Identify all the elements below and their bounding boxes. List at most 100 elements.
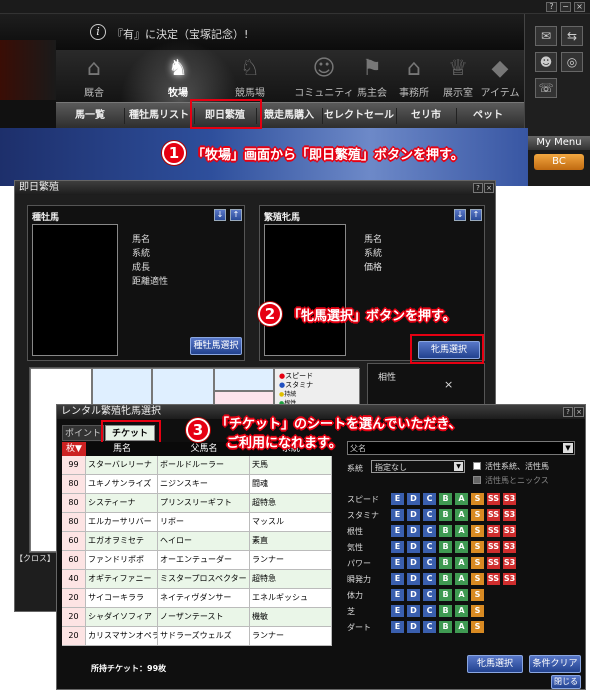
- grade-button[interactable]: C: [423, 509, 436, 521]
- sire-name-field[interactable]: 父名 ▼: [347, 441, 575, 455]
- info-icon[interactable]: i: [90, 24, 106, 40]
- table-row[interactable]: 20 サイコーキララ ネイティヴダンサー エネルギッシュ: [62, 589, 332, 608]
- table-row[interactable]: 40 オギティファニー ミスタープロスペクター 超特急: [62, 570, 332, 589]
- swap-icon[interactable]: ⇆: [561, 26, 583, 46]
- tab-points[interactable]: ポイント: [62, 425, 104, 441]
- minimize-button[interactable]: −: [560, 2, 571, 12]
- stallion-select-button[interactable]: 種牡馬選択: [190, 337, 242, 355]
- grade-button[interactable]: E: [391, 621, 404, 633]
- active-lineage-checkbox[interactable]: [473, 462, 481, 470]
- table-row[interactable]: 99 スターバレリーナ ボールドルーラー 天馬: [62, 456, 332, 475]
- table-row[interactable]: 60 エガオヲミセテ ヘイロー 素直: [62, 532, 332, 551]
- nav-item[interactable]: ◆ アイテム: [478, 52, 522, 100]
- grade-button[interactable]: C: [423, 541, 436, 553]
- grade-button[interactable]: S: [471, 541, 484, 553]
- table-row[interactable]: 80 エルカーサリバー リボー マッスル: [62, 513, 332, 532]
- grade-button[interactable]: S: [471, 509, 484, 521]
- col-name[interactable]: 馬名: [86, 442, 158, 456]
- grade-button[interactable]: C: [423, 605, 436, 617]
- grade-button[interactable]: B: [439, 621, 452, 633]
- grade-button[interactable]: E: [391, 605, 404, 617]
- table-row[interactable]: 20 カリスマサンオペラ サドラーズウェルズ ランナー: [62, 627, 332, 646]
- grade-button[interactable]: D: [407, 509, 420, 521]
- chevron-down-icon[interactable]: ▼: [454, 462, 463, 471]
- grade-button[interactable]: S: [471, 621, 484, 633]
- nicks-checkbox[interactable]: [473, 476, 481, 484]
- grade-button[interactable]: D: [407, 621, 420, 633]
- grade-button[interactable]: E: [391, 557, 404, 569]
- grade-button[interactable]: S3: [503, 509, 516, 521]
- grade-button[interactable]: S: [471, 605, 484, 617]
- grade-button[interactable]: C: [423, 589, 436, 601]
- nav-office[interactable]: ⌂ 事務所: [392, 52, 436, 100]
- subnav-stallion-list[interactable]: 種牡馬リスト: [124, 103, 194, 129]
- grade-button[interactable]: C: [423, 493, 436, 505]
- grade-button[interactable]: S3: [503, 573, 516, 585]
- mail-icon[interactable]: ✉: [535, 26, 557, 46]
- subnav-buy-racehorse[interactable]: 競走馬購入: [256, 103, 322, 129]
- target-icon[interactable]: ◎: [561, 52, 583, 72]
- grade-button[interactable]: C: [423, 557, 436, 569]
- grade-button[interactable]: S3: [503, 557, 516, 569]
- mare-select-button[interactable]: 牝馬選択: [467, 655, 523, 673]
- help-button[interactable]: ?: [546, 2, 557, 12]
- grade-button[interactable]: A: [455, 557, 468, 569]
- grade-button[interactable]: D: [407, 573, 420, 585]
- subnav-pet[interactable]: ペット: [456, 103, 520, 129]
- grade-button[interactable]: SS: [487, 509, 500, 521]
- grade-button[interactable]: D: [407, 605, 420, 617]
- grade-button[interactable]: E: [391, 573, 404, 585]
- grade-button[interactable]: S3: [503, 541, 516, 553]
- prev-icon[interactable]: ↓: [454, 209, 466, 221]
- bc-button[interactable]: BC: [534, 154, 584, 170]
- table-row[interactable]: 80 システィーナ プリンスリーギフト 超特急: [62, 494, 332, 513]
- nav-showroom[interactable]: ♕ 展示室: [436, 52, 480, 100]
- grade-button[interactable]: SS: [487, 557, 500, 569]
- grade-button[interactable]: B: [439, 573, 452, 585]
- next-icon[interactable]: ↑: [230, 209, 242, 221]
- grade-button[interactable]: E: [391, 541, 404, 553]
- subnav-auction[interactable]: セリ市: [396, 103, 456, 129]
- help-button[interactable]: ?: [473, 183, 483, 193]
- table-row[interactable]: 20 シャダイソフィア ノーザンテースト 機敏: [62, 608, 332, 627]
- grade-button[interactable]: S: [471, 557, 484, 569]
- nav-community[interactable]: ☺ コミュニティ: [294, 52, 354, 100]
- grade-button[interactable]: S: [471, 525, 484, 537]
- grade-button[interactable]: A: [455, 605, 468, 617]
- grade-button[interactable]: D: [407, 525, 420, 537]
- grade-button[interactable]: B: [439, 525, 452, 537]
- grade-button[interactable]: A: [455, 589, 468, 601]
- grade-button[interactable]: B: [439, 493, 452, 505]
- grade-button[interactable]: A: [455, 525, 468, 537]
- friends-icon[interactable]: ☻: [535, 52, 557, 72]
- grade-button[interactable]: A: [455, 541, 468, 553]
- grade-button[interactable]: D: [407, 589, 420, 601]
- grade-button[interactable]: S: [471, 493, 484, 505]
- subnav-select-sale[interactable]: セレクトセール: [322, 103, 396, 129]
- table-row[interactable]: 60 ファンドリポポ オーエンテューダー ランナー: [62, 551, 332, 570]
- grade-button[interactable]: SS: [487, 541, 500, 553]
- close-button[interactable]: ×: [574, 407, 584, 417]
- grade-button[interactable]: C: [423, 525, 436, 537]
- grade-button[interactable]: S: [471, 589, 484, 601]
- next-icon[interactable]: ↑: [470, 209, 482, 221]
- help-button[interactable]: ?: [563, 407, 573, 417]
- grade-button[interactable]: B: [439, 589, 452, 601]
- grade-button[interactable]: B: [439, 541, 452, 553]
- chevron-down-icon[interactable]: ▼: [563, 443, 573, 453]
- lineage-select[interactable]: 指定なし ▼: [371, 460, 465, 473]
- col-count[interactable]: 枚▼: [62, 442, 86, 456]
- grade-button[interactable]: A: [455, 493, 468, 505]
- grade-button[interactable]: E: [391, 509, 404, 521]
- grade-button[interactable]: D: [407, 557, 420, 569]
- prev-icon[interactable]: ↓: [214, 209, 226, 221]
- close-window-button[interactable]: 閉じる: [551, 675, 581, 689]
- grade-button[interactable]: E: [391, 493, 404, 505]
- clear-conditions-button[interactable]: 条件クリア: [529, 655, 581, 673]
- grade-button[interactable]: A: [455, 621, 468, 633]
- nav-stable[interactable]: ⌂ 厩舎: [64, 52, 124, 100]
- grade-button[interactable]: S: [471, 573, 484, 585]
- grade-button[interactable]: S3: [503, 493, 516, 505]
- grade-button[interactable]: B: [439, 509, 452, 521]
- subnav-horse-list[interactable]: 馬一覧: [56, 103, 124, 129]
